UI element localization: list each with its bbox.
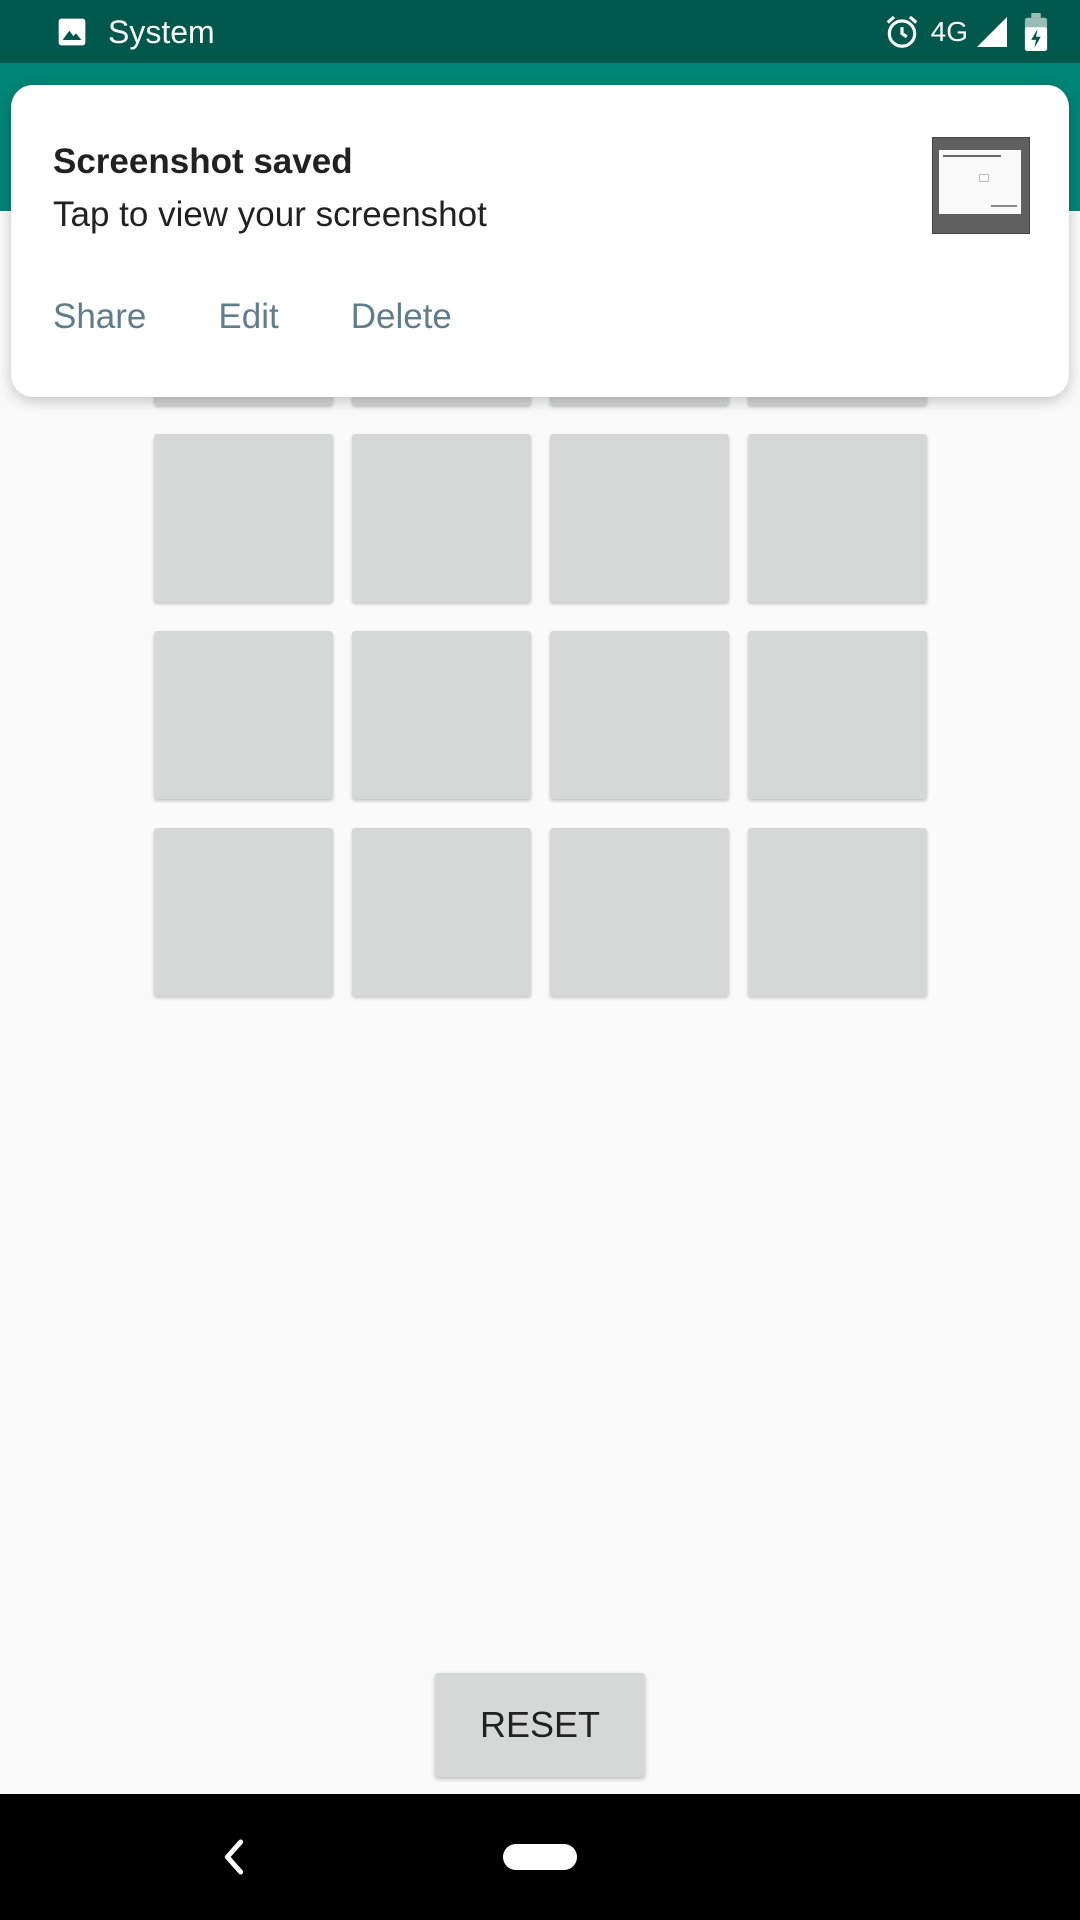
image-icon	[58, 18, 86, 46]
network-type: 4G	[930, 16, 968, 47]
notification-app-name: System	[108, 14, 215, 50]
notification-text: Tap to view your screenshot	[53, 195, 487, 234]
thumbnail-preview	[939, 150, 1021, 214]
notification-actions: Share Edit Delete	[53, 297, 524, 337]
delete-action[interactable]: Delete	[351, 297, 452, 337]
grid-tile[interactable]	[748, 828, 927, 996]
grid-tile[interactable]	[550, 828, 729, 996]
edit-action[interactable]: Edit	[218, 297, 278, 337]
reset-button[interactable]: RESET	[435, 1673, 645, 1777]
back-icon[interactable]	[218, 1837, 250, 1877]
grid-tile[interactable]	[550, 434, 729, 602]
home-pill-icon[interactable]	[503, 1844, 577, 1870]
status-icons: 4G	[883, 12, 1048, 52]
signal-icon	[977, 17, 1007, 47]
grid-tile[interactable]	[352, 828, 531, 996]
grid-tile[interactable]	[352, 631, 531, 799]
notification-title: Screenshot saved	[53, 142, 353, 181]
alarm-icon	[886, 15, 917, 48]
navigation-bar	[0, 1794, 1080, 1920]
status-bar: System 4G	[0, 0, 1080, 63]
grid-tile[interactable]	[748, 631, 927, 799]
share-action[interactable]: Share	[53, 297, 146, 337]
battery-icon	[1024, 13, 1048, 51]
grid-tile[interactable]	[352, 434, 531, 602]
grid-tile[interactable]	[748, 434, 927, 602]
grid-tile[interactable]	[154, 434, 333, 602]
grid-tile[interactable]	[550, 631, 729, 799]
screenshot-thumbnail[interactable]	[932, 137, 1030, 234]
screenshot-notification[interactable]: Screenshot saved Tap to view your screen…	[11, 85, 1069, 397]
grid-tile[interactable]	[154, 631, 333, 799]
grid-tile[interactable]	[154, 828, 333, 996]
